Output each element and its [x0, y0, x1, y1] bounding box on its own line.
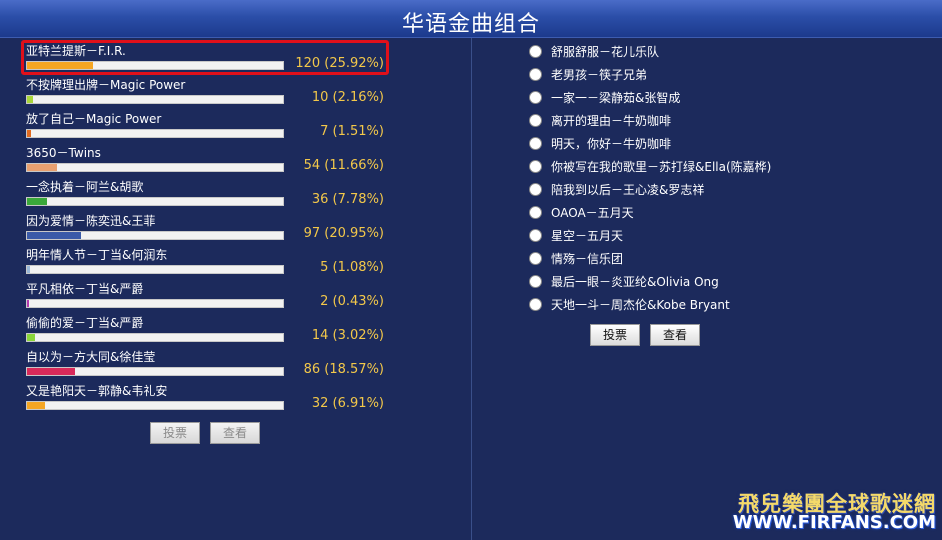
highlight-box [21, 40, 389, 75]
result-row: 一念执着－阿兰&胡歌 36 (7.78%) [26, 178, 386, 212]
song-option-label: OAOA－五月天 [551, 206, 634, 220]
view-button-disabled[interactable]: 查看 [210, 422, 260, 444]
result-row: 自以为－方大同&徐佳莹 86 (18.57%) [26, 348, 386, 382]
result-bar-fill [27, 368, 75, 375]
result-label: 偷偷的爱－丁当&严爵 [26, 316, 144, 330]
result-label: 明年情人节－丁当&何润东 [26, 248, 168, 262]
result-bar-track [26, 95, 284, 104]
song-option-label: 陪我到以后－王心凌&罗志祥 [551, 183, 705, 197]
result-label: 因为爱情－陈奕迅&王菲 [26, 214, 156, 228]
song-option-label: 最后一眼－炎亚纶&Olivia Ong [551, 275, 719, 289]
result-bar-track [26, 401, 284, 410]
result-bar-track [26, 163, 284, 172]
result-count: 5 (1.08%) [320, 260, 384, 275]
result-bar-fill [27, 96, 33, 103]
result-label: 自以为－方大同&徐佳莹 [26, 350, 156, 364]
result-bar-track [26, 367, 284, 376]
song-option-label: 星空－五月天 [551, 229, 624, 243]
vote-button-disabled[interactable]: 投票 [150, 422, 200, 444]
result-row: 平凡相依－丁当&严爵 2 (0.43%) [26, 280, 386, 314]
result-count: 86 (18.57%) [303, 362, 384, 377]
result-count: 14 (3.02%) [311, 328, 384, 343]
result-label: 又是艳阳天－郭静&韦礼安 [26, 384, 168, 398]
result-count: 10 (2.16%) [311, 90, 384, 105]
vote-button[interactable]: 投票 [590, 324, 640, 346]
result-bar-fill [27, 266, 30, 273]
result-count: 2 (0.43%) [320, 294, 384, 309]
result-count: 97 (20.95%) [303, 226, 384, 241]
result-count: 36 (7.78%) [311, 192, 384, 207]
radio-button[interactable] [529, 183, 542, 196]
result-bar-fill [27, 198, 47, 205]
result-bar-fill [27, 402, 45, 409]
result-bar-fill [27, 300, 30, 307]
result-row: 偷偷的爱－丁当&严爵 14 (3.02%) [26, 314, 386, 348]
song-option-label: 明天，你好－牛奶咖啡 [551, 137, 672, 151]
result-label: 放了自己－Magic Power [26, 112, 162, 126]
radio-button[interactable] [529, 206, 542, 219]
radio-button[interactable] [529, 252, 542, 265]
radio-button[interactable] [529, 160, 542, 173]
result-bar-fill [27, 334, 35, 341]
song-option-label: 离开的理由－牛奶咖啡 [551, 114, 672, 128]
result-row: 3650－Twins 54 (11.66%) [26, 144, 386, 178]
result-count: 32 (6.91%) [311, 396, 384, 411]
result-row: 因为爱情－陈奕迅&王菲 97 (20.95%) [26, 212, 386, 246]
song-option-label: 情殇－信乐团 [551, 252, 624, 266]
site-logo: 飛兒樂團全球歌迷網 WWW.FIRFANS.COM [714, 488, 936, 534]
result-bar-track [26, 299, 284, 308]
result-label: 一念执着－阿兰&胡歌 [26, 180, 144, 194]
song-option-label: 天地一斗－周杰伦&Kobe Bryant [551, 298, 730, 312]
result-label: 不按牌理出牌－Magic Power [26, 78, 186, 92]
radio-button[interactable] [529, 298, 542, 311]
result-bar-fill [27, 130, 31, 137]
result-label: 平凡相依－丁当&严爵 [26, 282, 144, 296]
song-option-label: 你被写在我的歌里－苏打绿&Ella(陈嘉桦) [551, 160, 772, 174]
radio-button[interactable] [529, 137, 542, 150]
result-bar-fill [27, 232, 81, 239]
poll-title: 华语金曲组合 [401, 12, 540, 37]
result-row: 又是艳阳天－郭静&韦礼安 32 (6.91%) [26, 382, 386, 416]
result-row: 放了自己－Magic Power 7 (1.51%) [26, 110, 386, 144]
radio-button[interactable] [529, 114, 542, 127]
result-count: 54 (11.66%) [303, 158, 384, 173]
options-panel: 舒服舒服－花儿乐队 老男孩－筷子兄弟一家一－梁静茹&张智成 离开的理由－牛奶咖啡 明天… [473, 38, 942, 540]
song-option-label: 老男孩－筷子兄弟 [551, 68, 648, 82]
results-panel: 亚特兰提斯－F.I.R. 120 (25.92%) 不按牌理出牌－Magic Pow… [0, 38, 472, 540]
song-option-label: 舒服舒服－花儿乐队 [551, 45, 660, 59]
radio-button[interactable] [529, 45, 542, 58]
result-row: 不按牌理出牌－Magic Power 10 (2.16%) [26, 76, 386, 110]
result-label: 3650－Twins [26, 146, 101, 160]
logo-url: WWW.FIRFANS.COM [732, 512, 936, 533]
poll-header: 华语金曲组合 [0, 0, 942, 38]
result-bar-track [26, 129, 284, 138]
radio-button[interactable] [529, 68, 542, 81]
result-bar-fill [27, 164, 57, 171]
result-bar-track [26, 333, 284, 342]
radio-button[interactable] [529, 229, 542, 242]
song-option-label: 一家一－梁静茹&张智成 [551, 91, 681, 105]
result-count: 7 (1.51%) [320, 124, 384, 139]
radio-button[interactable] [529, 91, 542, 104]
radio-button[interactable] [529, 275, 542, 288]
result-bar-track [26, 265, 284, 274]
result-bar-track [26, 197, 284, 206]
view-button[interactable]: 查看 [650, 324, 700, 346]
result-row: 明年情人节－丁当&何润东 5 (1.08%) [26, 246, 386, 280]
result-bar-track [26, 231, 284, 240]
